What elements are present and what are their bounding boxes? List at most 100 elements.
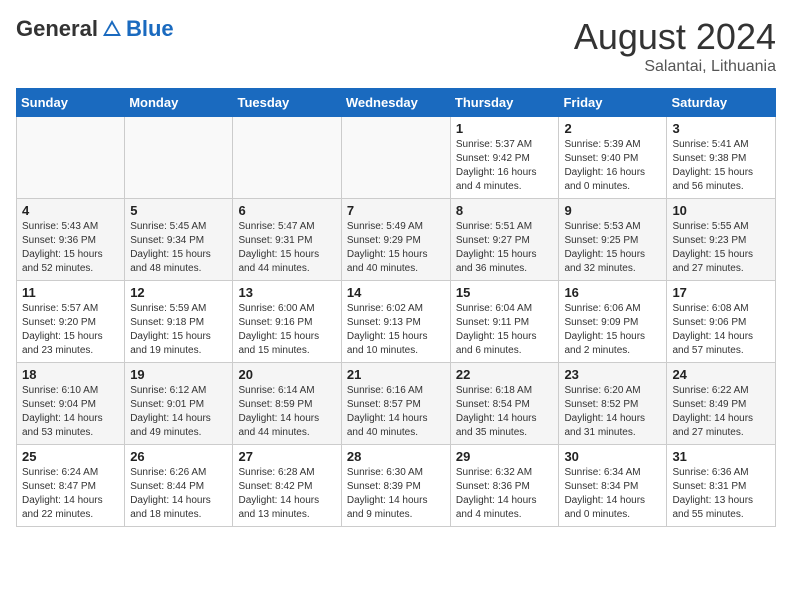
day-details: Sunrise: 5:37 AM Sunset: 9:42 PM Dayligh… [456, 138, 554, 194]
day-number: 31 [672, 449, 770, 464]
day-details: Sunrise: 6:00 AM Sunset: 9:16 PM Dayligh… [238, 302, 335, 358]
day-number: 18 [22, 367, 119, 382]
calendar-day-cell: 14 Sunrise: 6:02 AM Sunset: 9:13 PM Dayli… [341, 281, 450, 363]
calendar-day-cell: 2 Sunrise: 5:39 AM Sunset: 9:40 PM Daylig… [559, 117, 667, 199]
day-number: 21 [347, 367, 445, 382]
day-details: Sunrise: 6:16 AM Sunset: 8:57 PM Dayligh… [347, 384, 445, 440]
day-number: 25 [22, 449, 119, 464]
day-details: Sunrise: 5:55 AM Sunset: 9:23 PM Dayligh… [672, 220, 770, 276]
calendar-week-row: 11Sunrise: 5:57 AM Sunset: 9:20 PM Dayli… [17, 281, 776, 363]
day-details: Sunrise: 6:06 AM Sunset: 9:09 PM Dayligh… [564, 302, 661, 358]
calendar-day-cell: 4Sunrise: 5:43 AM Sunset: 9:36 PM Daylig… [17, 199, 125, 281]
calendar-day-cell: 16 Sunrise: 6:06 AM Sunset: 9:09 PM Dayli… [559, 281, 667, 363]
page-header: General Blue August 2024 Salantai, Lithu… [16, 16, 776, 76]
day-details: Sunrise: 6:12 AM Sunset: 9:01 PM Dayligh… [130, 384, 227, 440]
day-details: Sunrise: 6:24 AM Sunset: 8:47 PM Dayligh… [22, 466, 119, 522]
day-number: 17 [672, 285, 770, 300]
weekday-header: Sunday [17, 89, 125, 117]
day-details: Sunrise: 5:47 AM Sunset: 9:31 PM Dayligh… [238, 220, 335, 276]
day-details: Sunrise: 6:22 AM Sunset: 8:49 PM Dayligh… [672, 384, 770, 440]
calendar-day-cell: 22 Sunrise: 6:18 AM Sunset: 8:54 PM Dayli… [450, 363, 559, 445]
day-details: Sunrise: 5:41 AM Sunset: 9:38 PM Dayligh… [672, 138, 770, 194]
day-number: 3 [672, 121, 770, 136]
day-details: Sunrise: 6:14 AM Sunset: 8:59 PM Dayligh… [238, 384, 335, 440]
logo-general: General [16, 16, 98, 42]
weekday-header: Friday [559, 89, 667, 117]
day-number: 7 [347, 203, 445, 218]
day-number: 23 [564, 367, 661, 382]
calendar-day-cell [233, 117, 341, 199]
day-number: 2 [564, 121, 661, 136]
month-year: August 2024 [574, 16, 776, 58]
day-number: 5 [130, 203, 227, 218]
calendar-day-cell: 3 Sunrise: 5:41 AM Sunset: 9:38 PM Daylig… [667, 117, 776, 199]
weekday-header: Wednesday [341, 89, 450, 117]
logo: General Blue [16, 16, 174, 42]
day-number: 28 [347, 449, 445, 464]
day-number: 22 [456, 367, 554, 382]
day-details: Sunrise: 6:20 AM Sunset: 8:52 PM Dayligh… [564, 384, 661, 440]
day-number: 8 [456, 203, 554, 218]
calendar-day-cell: 7 Sunrise: 5:49 AM Sunset: 9:29 PM Daylig… [341, 199, 450, 281]
calendar-day-cell [125, 117, 233, 199]
day-number: 27 [238, 449, 335, 464]
calendar-week-row: 25 Sunrise: 6:24 AM Sunset: 8:47 PM Dayli… [17, 445, 776, 527]
title-block: August 2024 Salantai, Lithuania [574, 16, 776, 76]
location: Salantai, Lithuania [574, 58, 776, 76]
calendar-day-cell: 1Sunrise: 5:37 AM Sunset: 9:42 PM Daylig… [450, 117, 559, 199]
day-number: 16 [564, 285, 661, 300]
day-number: 10 [672, 203, 770, 218]
weekday-header: Monday [125, 89, 233, 117]
calendar-week-row: 1Sunrise: 5:37 AM Sunset: 9:42 PM Daylig… [17, 117, 776, 199]
weekday-header: Tuesday [233, 89, 341, 117]
day-details: Sunrise: 6:10 AM Sunset: 9:04 PM Dayligh… [22, 384, 119, 440]
calendar-day-cell [341, 117, 450, 199]
calendar-day-cell: 5 Sunrise: 5:45 AM Sunset: 9:34 PM Daylig… [125, 199, 233, 281]
calendar-day-cell: 18 Sunrise: 6:10 AM Sunset: 9:04 PM Dayli… [17, 363, 125, 445]
calendar-header-row: SundayMondayTuesdayWednesdayThursdayFrid… [17, 89, 776, 117]
day-details: Sunrise: 5:39 AM Sunset: 9:40 PM Dayligh… [564, 138, 661, 194]
calendar-day-cell: 15Sunrise: 6:04 AM Sunset: 9:11 PM Dayli… [450, 281, 559, 363]
calendar-day-cell: 21 Sunrise: 6:16 AM Sunset: 8:57 PM Dayli… [341, 363, 450, 445]
day-number: 24 [672, 367, 770, 382]
day-number: 6 [238, 203, 335, 218]
calendar-day-cell: 23 Sunrise: 6:20 AM Sunset: 8:52 PM Dayli… [559, 363, 667, 445]
day-number: 13 [238, 285, 335, 300]
day-number: 12 [130, 285, 227, 300]
calendar-day-cell: 12 Sunrise: 5:59 AM Sunset: 9:18 PM Dayli… [125, 281, 233, 363]
day-number: 19 [130, 367, 227, 382]
day-number: 9 [564, 203, 661, 218]
day-details: Sunrise: 6:28 AM Sunset: 8:42 PM Dayligh… [238, 466, 335, 522]
day-number: 20 [238, 367, 335, 382]
calendar-day-cell: 10 Sunrise: 5:55 AM Sunset: 9:23 PM Dayli… [667, 199, 776, 281]
day-details: Sunrise: 6:08 AM Sunset: 9:06 PM Dayligh… [672, 302, 770, 358]
day-number: 14 [347, 285, 445, 300]
day-details: Sunrise: 6:02 AM Sunset: 9:13 PM Dayligh… [347, 302, 445, 358]
day-details: Sunrise: 6:30 AM Sunset: 8:39 PM Dayligh… [347, 466, 445, 522]
day-details: Sunrise: 5:51 AM Sunset: 9:27 PM Dayligh… [456, 220, 554, 276]
calendar-day-cell: 20 Sunrise: 6:14 AM Sunset: 8:59 PM Dayli… [233, 363, 341, 445]
day-details: Sunrise: 5:45 AM Sunset: 9:34 PM Dayligh… [130, 220, 227, 276]
calendar-week-row: 4Sunrise: 5:43 AM Sunset: 9:36 PM Daylig… [17, 199, 776, 281]
weekday-header: Thursday [450, 89, 559, 117]
day-details: Sunrise: 5:53 AM Sunset: 9:25 PM Dayligh… [564, 220, 661, 276]
day-details: Sunrise: 6:32 AM Sunset: 8:36 PM Dayligh… [456, 466, 554, 522]
calendar-day-cell: 30Sunrise: 6:34 AM Sunset: 8:34 PM Dayli… [559, 445, 667, 527]
calendar-table: SundayMondayTuesdayWednesdayThursdayFrid… [16, 88, 776, 527]
day-details: Sunrise: 6:34 AM Sunset: 8:34 PM Dayligh… [564, 466, 661, 522]
day-details: Sunrise: 6:26 AM Sunset: 8:44 PM Dayligh… [130, 466, 227, 522]
calendar-day-cell: 29 Sunrise: 6:32 AM Sunset: 8:36 PM Dayli… [450, 445, 559, 527]
day-number: 26 [130, 449, 227, 464]
calendar-day-cell: 9 Sunrise: 5:53 AM Sunset: 9:25 PM Daylig… [559, 199, 667, 281]
logo-icon [101, 18, 123, 40]
day-details: Sunrise: 5:43 AM Sunset: 9:36 PM Dayligh… [22, 220, 119, 276]
calendar-day-cell [17, 117, 125, 199]
calendar-week-row: 18 Sunrise: 6:10 AM Sunset: 9:04 PM Dayli… [17, 363, 776, 445]
logo-blue: Blue [126, 16, 174, 42]
day-details: Sunrise: 5:59 AM Sunset: 9:18 PM Dayligh… [130, 302, 227, 358]
day-details: Sunrise: 6:18 AM Sunset: 8:54 PM Dayligh… [456, 384, 554, 440]
day-number: 15 [456, 285, 554, 300]
day-details: Sunrise: 5:49 AM Sunset: 9:29 PM Dayligh… [347, 220, 445, 276]
day-number: 29 [456, 449, 554, 464]
calendar-day-cell: 24 Sunrise: 6:22 AM Sunset: 8:49 PM Dayli… [667, 363, 776, 445]
